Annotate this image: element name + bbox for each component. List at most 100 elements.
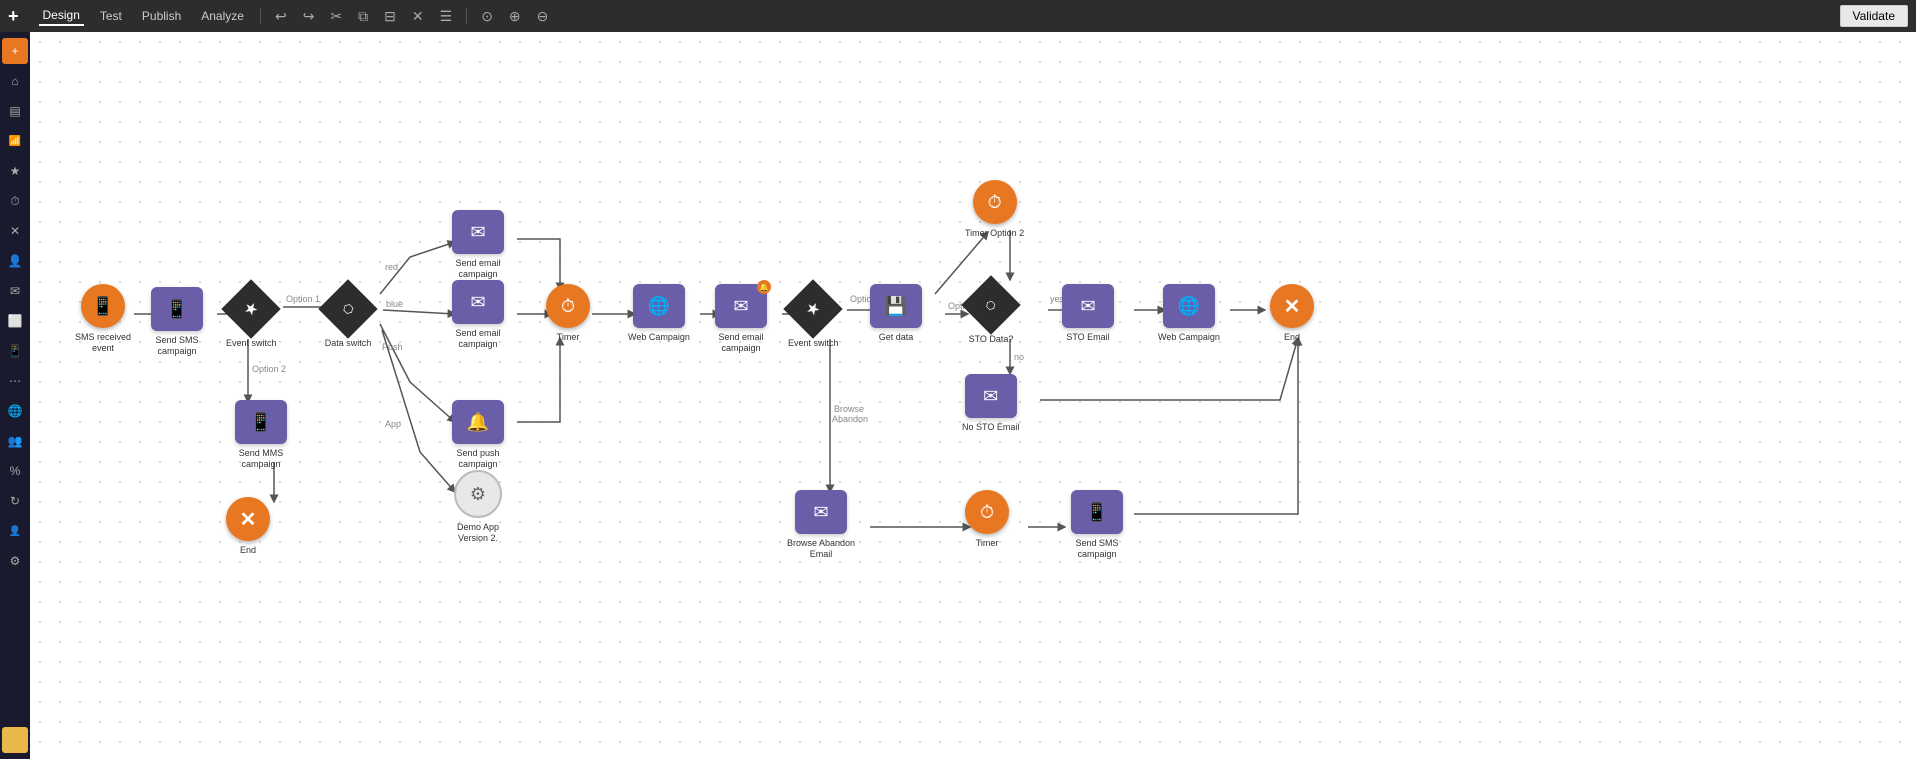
end2-icon: ✕ <box>226 497 270 541</box>
canvas[interactable]: Option 1 Option 2 red blue Push App Opti… <box>30 32 1916 759</box>
data-switch-diamond: ⬡ <box>323 284 373 334</box>
send-mms-label: Send MMS campaign <box>226 448 296 470</box>
send-push-label: Send push campaign <box>443 448 513 470</box>
sidebar-item-refresh[interactable]: ↻ <box>2 488 28 514</box>
sidebar-item-percent[interactable]: % <box>2 458 28 484</box>
end1-icon: ✕ <box>1270 284 1314 328</box>
sidebar-item-mail[interactable]: ✉ <box>2 278 28 304</box>
sidebar-item-globe[interactable]: 🌐 <box>2 398 28 424</box>
node-sms-received[interactable]: 📱 SMS received event <box>68 284 138 354</box>
node-timer3[interactable]: ⏱ Timer <box>965 490 1009 549</box>
separator2 <box>466 8 467 24</box>
send-email1-icon: ✉ <box>452 210 504 254</box>
sidebar-item-star[interactable]: ★ <box>2 158 28 184</box>
send-sms2-label: Send SMS campaign <box>1062 538 1132 560</box>
node-no-sto-email[interactable]: ✉ No STO Email <box>962 374 1019 433</box>
sms-received-label: SMS received event <box>68 332 138 354</box>
tab-publish[interactable]: Publish <box>138 7 185 25</box>
redo-button[interactable]: ↪ <box>301 6 317 27</box>
browse-abandon-label: Browse Abandon Email <box>786 538 856 560</box>
event-switch2-diamond: ★ <box>788 284 838 334</box>
sidebar-item-users[interactable]: 👤 <box>2 518 28 544</box>
node-send-sms2[interactable]: 📱 Send SMS campaign <box>1062 490 1132 560</box>
send-sms-icon: 📱 <box>151 287 203 331</box>
svg-text:red: red <box>385 262 398 272</box>
sidebar-item-dots[interactable]: ⋯ <box>2 368 28 394</box>
list-button[interactable]: ☰ <box>438 6 455 27</box>
node-timer2[interactable]: ⏱ Timer Option 2 <box>965 180 1024 239</box>
paste-button[interactable]: ⊟ <box>382 6 398 27</box>
zoom-in-button[interactable]: ⊕ <box>507 6 523 27</box>
separator <box>260 8 261 24</box>
sidebar-item-person[interactable]: 👤 <box>2 248 28 274</box>
sidebar-bottom-item[interactable] <box>2 727 28 753</box>
node-timer1[interactable]: ⏱ Timer <box>546 284 590 343</box>
cut-button[interactable]: ✂ <box>328 6 344 27</box>
node-browse-abandon[interactable]: ✉ Browse Abandon Email <box>786 490 856 560</box>
svg-text:Push: Push <box>382 342 403 352</box>
node-sto-data[interactable]: ⬡ STO Data? <box>966 280 1016 345</box>
sidebar-item-x[interactable]: ✕ <box>2 218 28 244</box>
browse-abandon-icon: ✉ <box>795 490 847 534</box>
tab-test[interactable]: Test <box>96 7 126 25</box>
add-button[interactable]: + <box>8 6 19 27</box>
sto-data-label: STO Data? <box>969 334 1014 345</box>
sms-received-icon: 📱 <box>81 284 125 328</box>
tab-design[interactable]: Design <box>39 6 84 26</box>
timer2-icon: ⏱ <box>973 180 1017 224</box>
get-data-icon: 💾 <box>870 284 922 328</box>
demo-app-icon: ⚙ <box>454 470 502 518</box>
node-send-email3[interactable]: ✉ 🔔 Send email campaign <box>706 284 776 354</box>
send-email2-icon: ✉ <box>452 280 504 324</box>
timer3-icon: ⏱ <box>965 490 1009 534</box>
node-send-sms[interactable]: 📱 Send SMS campaign <box>142 287 212 357</box>
node-send-email2[interactable]: ✉ Send email campaign <box>443 280 513 350</box>
svg-text:Option 1: Option 1 <box>286 294 320 304</box>
sidebar-item-mobile[interactable]: 📱 <box>2 338 28 364</box>
sidebar: + ⌂ ▤ 📶 ★ ⏱ ✕ 👤 ✉ ⬜ 📱 ⋯ 🌐 👥 % ↻ 👤 ⚙ <box>0 32 30 759</box>
end1-label: End <box>1284 332 1300 343</box>
sidebar-item-clock[interactable]: ⏱ <box>2 188 28 214</box>
node-end1[interactable]: ✕ End <box>1270 284 1314 343</box>
send-email3-label: Send email campaign <box>706 332 776 354</box>
node-event-switch2[interactable]: ★ Event switch <box>788 284 839 349</box>
node-sto-email[interactable]: ✉ STO Email <box>1062 284 1114 343</box>
sto-email-label: STO Email <box>1066 332 1109 343</box>
sidebar-item-add-person[interactable]: 👥 <box>2 428 28 454</box>
node-web-campaign1[interactable]: 🌐 Web Campaign <box>628 284 690 343</box>
zoom-fit-button[interactable]: ⊙ <box>479 6 495 27</box>
zoom-out-button[interactable]: ⊖ <box>535 6 551 27</box>
get-data-label: Get data <box>879 332 914 343</box>
web-campaign2-icon: 🌐 <box>1163 284 1215 328</box>
node-send-mms[interactable]: 📱 Send MMS campaign <box>226 400 296 470</box>
sidebar-item-plus[interactable]: + <box>2 38 28 64</box>
web-campaign1-label: Web Campaign <box>628 332 690 343</box>
sidebar-item-layers[interactable]: ▤ <box>2 98 28 124</box>
svg-text:blue: blue <box>386 299 403 309</box>
copy-button[interactable]: ⧉ <box>356 6 370 27</box>
sto-data-diamond: ⬡ <box>966 280 1016 330</box>
delete-button[interactable]: ✕ <box>410 6 426 27</box>
svg-text:Abandon: Abandon <box>832 414 868 424</box>
validate-button[interactable]: Validate <box>1840 5 1908 27</box>
sidebar-item-web[interactable]: ⬜ <box>2 308 28 334</box>
sidebar-item-signal[interactable]: 📶 <box>2 128 28 154</box>
node-get-data[interactable]: 💾 Get data <box>870 284 922 343</box>
svg-text:no: no <box>1014 352 1024 362</box>
node-end2[interactable]: ✕ End <box>226 497 270 556</box>
sidebar-item-settings[interactable]: ⚙ <box>2 548 28 574</box>
event-switch2-label: Event switch <box>788 338 839 349</box>
timer1-label: Timer <box>557 332 580 343</box>
node-send-push[interactable]: 🔔 Send push campaign <box>443 400 513 470</box>
svg-text:App: App <box>385 419 401 429</box>
node-data-switch[interactable]: ⬡ Data switch <box>323 284 373 349</box>
node-web-campaign2[interactable]: 🌐 Web Campaign <box>1158 284 1220 343</box>
node-demo-app[interactable]: ⚙ Demo App Version 2. <box>443 470 513 544</box>
send-sms-label: Send SMS campaign <box>142 335 212 357</box>
tab-analyze[interactable]: Analyze <box>197 7 248 25</box>
sidebar-item-home[interactable]: ⌂ <box>2 68 28 94</box>
undo-button[interactable]: ↩ <box>273 6 289 27</box>
node-send-email1[interactable]: ✉ Send email campaign <box>443 210 513 280</box>
node-event-switch1[interactable]: ★ Event switch <box>226 284 277 349</box>
timer2-label: Timer Option 2 <box>965 228 1024 239</box>
